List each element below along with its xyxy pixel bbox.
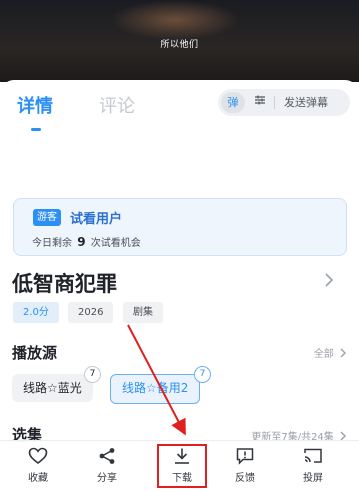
danmu-settings-icon[interactable]: [251, 92, 269, 113]
danmu-bar: 弹 发送弹幕: [218, 89, 350, 116]
tab-comments[interactable]: 评论: [99, 92, 135, 118]
cast-label: 投屏: [303, 473, 323, 484]
trial-remaining-count: 9: [77, 235, 86, 249]
share-icon: [99, 448, 115, 464]
source-count-badge: 7: [194, 366, 211, 383]
send-danmu-button[interactable]: 发送弹幕: [284, 89, 328, 116]
trial-remaining-suffix: 次试看机会: [90, 238, 141, 249]
guest-badge: 游客: [33, 209, 61, 226]
detail-panel: 详情 评论 弹 发送弹幕 游客 试看用户 今日剩余 9 次试看机会 低智商犯罪: [0, 80, 359, 490]
feedback-button[interactable]: 反馈: [218, 447, 272, 484]
trial-remaining-text: 今日剩余 9 次试看机会: [32, 234, 141, 249]
genre-chip: 剧集: [123, 302, 163, 323]
source-option-2[interactable]: 线路☆备用2: [110, 374, 201, 404]
all-sources-label: 全部: [313, 349, 334, 360]
video-player[interactable]: 所以他们: [0, 0, 359, 82]
source-count-badge: 7: [84, 366, 101, 383]
share-label: 分享: [97, 473, 117, 484]
source-section-title: 播放源: [12, 344, 58, 362]
video-frame: [110, 0, 240, 40]
show-title[interactable]: 低智商犯罪: [12, 268, 117, 298]
video-subtitle: 所以他们: [160, 40, 199, 50]
share-button[interactable]: 分享: [80, 447, 134, 484]
source-option-1[interactable]: 线路☆蓝光: [12, 374, 93, 402]
score-chip: 2.0分: [13, 302, 59, 323]
danmu-divider: [274, 96, 275, 109]
feedback-label: 反馈: [235, 473, 255, 484]
chevron-right-icon[interactable]: [324, 272, 334, 291]
all-sources-link[interactable]: 全部: [314, 345, 347, 360]
guest-title: 试看用户: [70, 212, 123, 227]
favorite-label: 收藏: [28, 473, 48, 484]
cast-button[interactable]: 投屏: [286, 447, 340, 484]
download-highlight-box: [157, 444, 207, 488]
tab-details[interactable]: 详情: [17, 92, 53, 118]
favorite-button[interactable]: 收藏: [11, 447, 65, 484]
chevron-right-icon: [340, 348, 346, 358]
trial-remaining-prefix: 今日剩余: [32, 238, 72, 249]
feedback-icon: [236, 448, 254, 465]
cast-icon: [304, 448, 322, 463]
danmu-toggle-button[interactable]: 弹: [221, 92, 245, 113]
active-tab-indicator: [31, 128, 41, 131]
heart-icon: [28, 447, 48, 465]
year-chip: 2026: [68, 302, 114, 323]
guest-trial-card: 游客 试看用户 今日剩余 9 次试看机会: [13, 198, 347, 256]
